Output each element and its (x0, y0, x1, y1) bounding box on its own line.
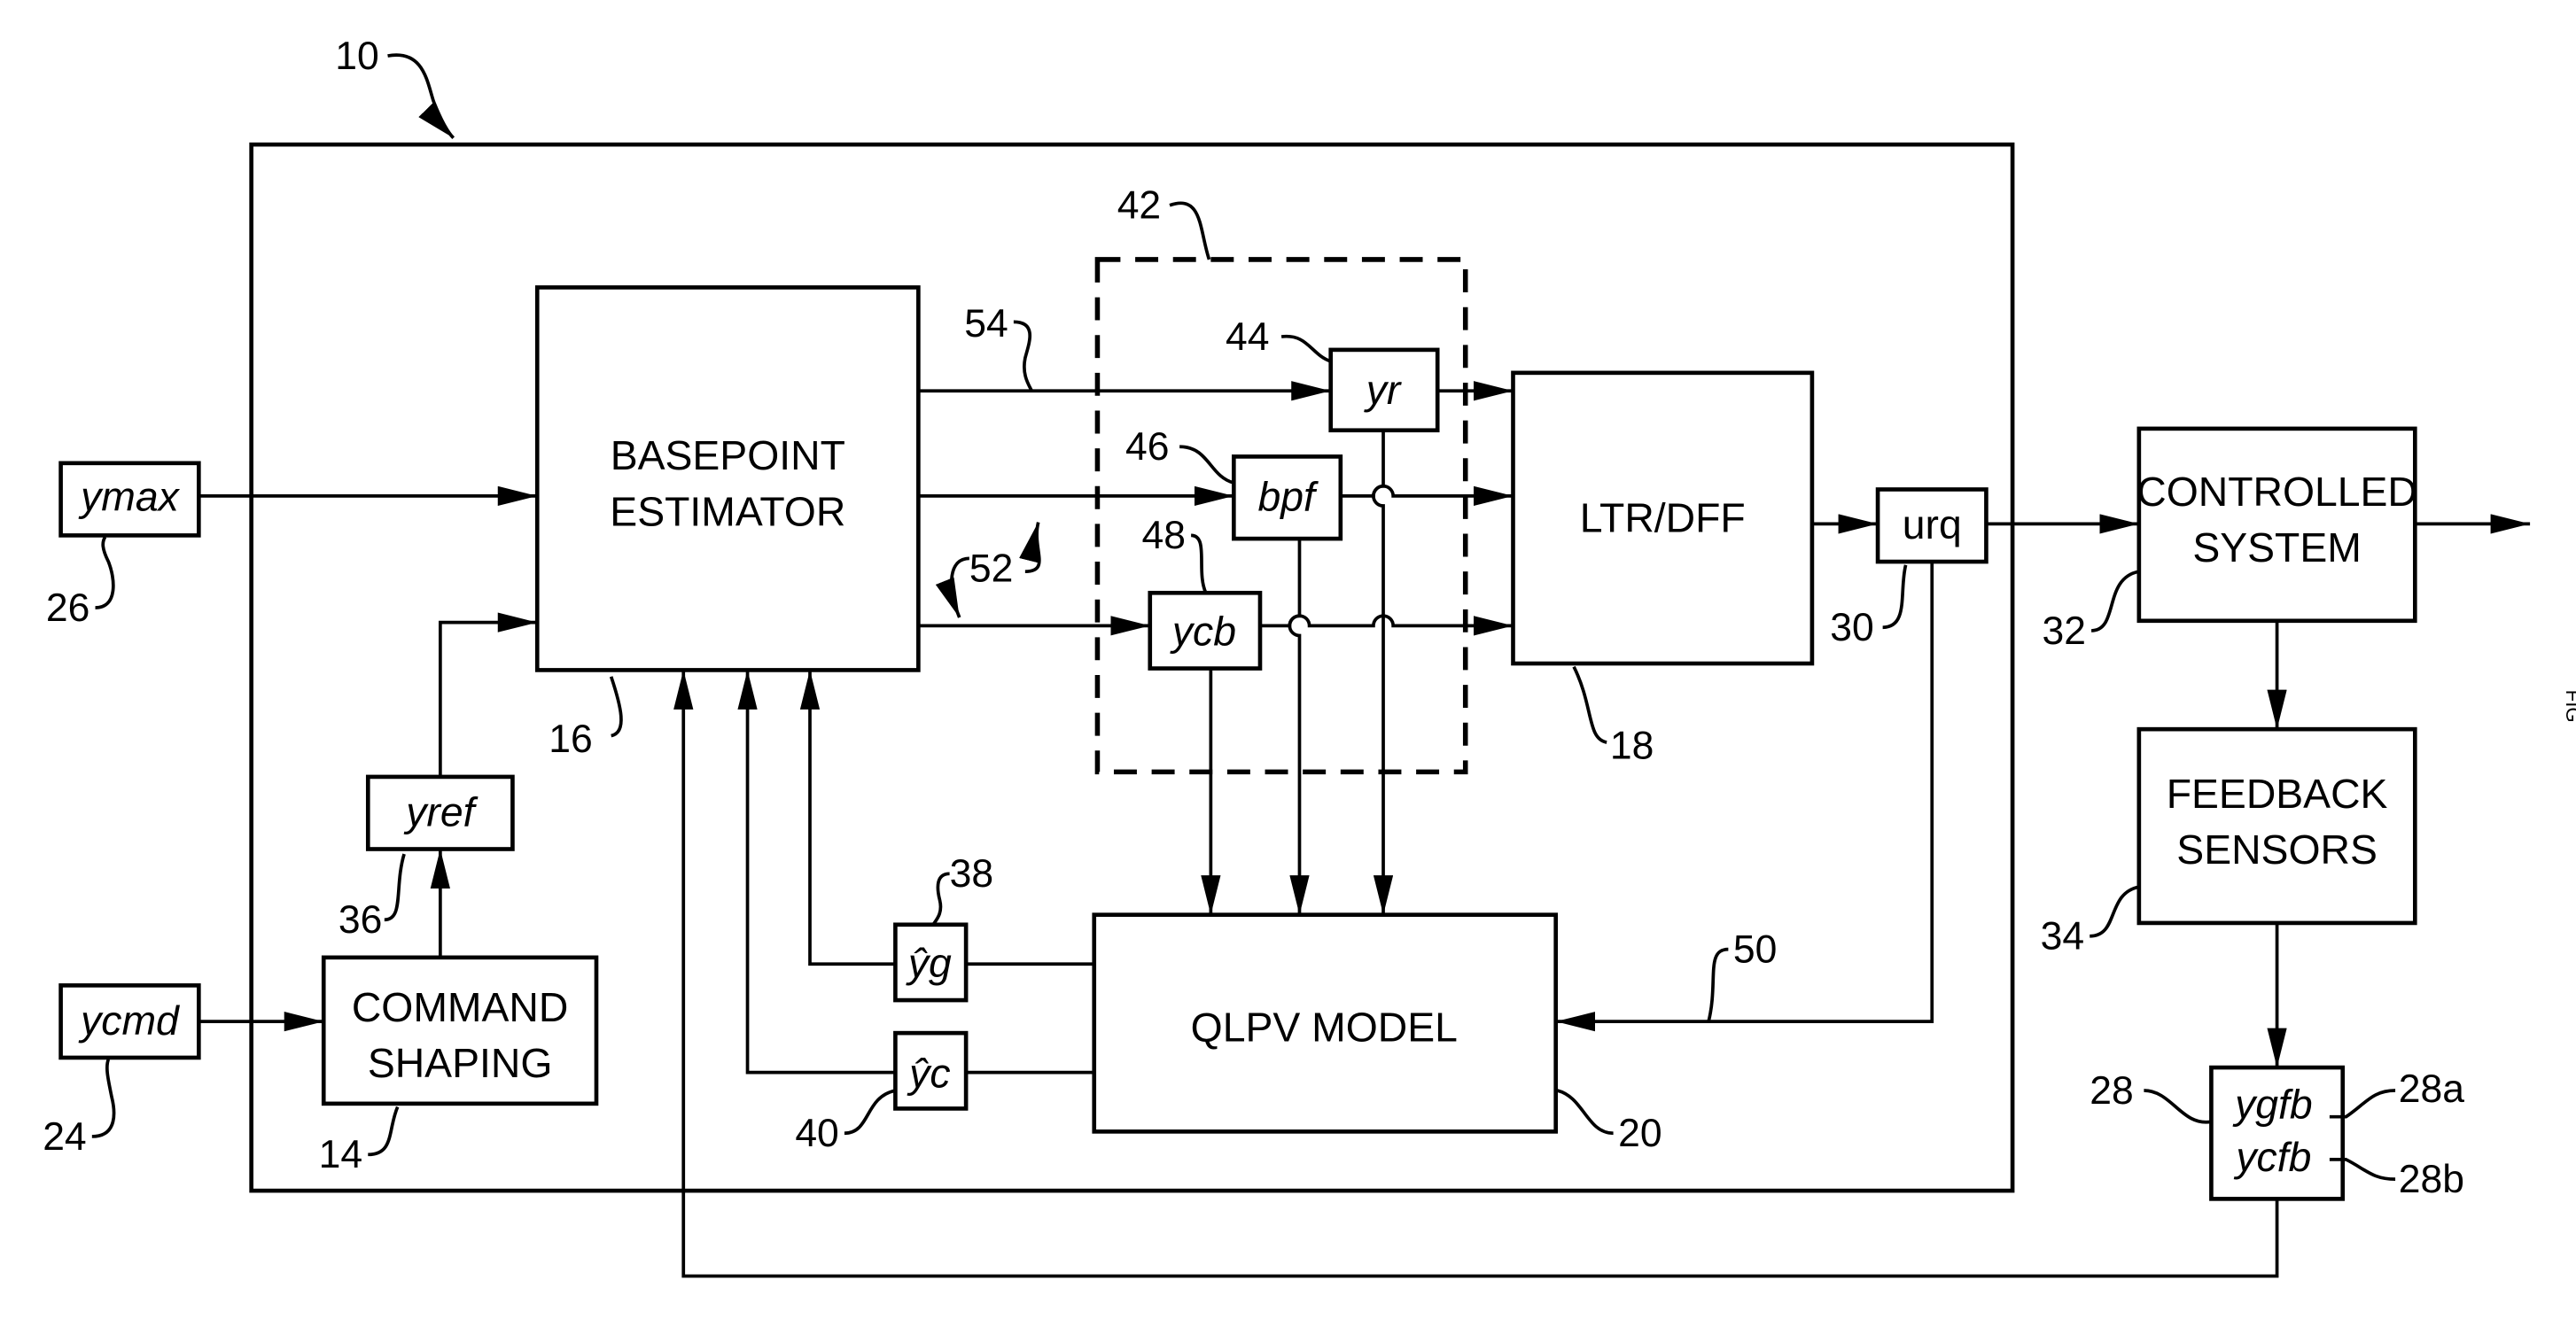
ycmd-box[interactable]: ycmd (58, 983, 201, 1060)
leader-14 (368, 1106, 400, 1157)
basepoint-line1: BASEPOINT (611, 432, 845, 478)
basepoint-estimator-block[interactable]: BASEPOINT ESTIMATOR (534, 285, 921, 672)
leader-40 (844, 1089, 896, 1136)
command-shaping-line2: SHAPING (368, 1040, 553, 1086)
ymax-box[interactable]: ymax (58, 461, 201, 538)
urq-label: urq (1903, 501, 1962, 547)
ref-label-48: 48 (1141, 514, 1185, 557)
yr-box[interactable]: yr (1328, 347, 1440, 433)
ref-label-26: 26 (46, 586, 89, 630)
ref-label-54: 54 (964, 302, 1008, 345)
qlpv-label: QLPV MODEL (1191, 1004, 1458, 1050)
yc-hat-label: ŷc (907, 1050, 950, 1096)
leader-42 (1169, 201, 1211, 260)
yref-box[interactable]: yref (365, 774, 515, 851)
feedback-signals-box[interactable]: ygfb ycfb (2209, 1065, 2346, 1201)
leader-16 (609, 676, 623, 738)
leader-38 (931, 872, 950, 926)
leader-34 (2090, 885, 2140, 938)
leader-36 (384, 853, 406, 922)
arrow-bpf-to-qlpv (1288, 539, 1310, 915)
ref-system-10: 10 (335, 35, 455, 140)
leader-52-down (935, 556, 970, 618)
leader-46 (1179, 445, 1234, 485)
qlpv-model-block[interactable]: QLPV MODEL (1092, 912, 1559, 1134)
bpf-box[interactable]: bpf (1232, 454, 1343, 541)
leader-44 (1280, 334, 1332, 363)
ref-label-32: 32 (2042, 609, 2085, 653)
ref-label-20: 20 (1618, 1112, 1662, 1155)
leader-30 (1882, 564, 1908, 630)
arrow-yc-to-basepoint (737, 670, 896, 1075)
ref-label-24: 24 (43, 1115, 86, 1159)
ltr-dff-block[interactable]: LTR/DFF (1511, 370, 1815, 666)
ref-label-46: 46 (1125, 425, 1169, 469)
ltr-dff-label: LTR/DFF (1580, 495, 1746, 541)
leader-24 (91, 1059, 116, 1138)
leader-50 (1707, 947, 1729, 1022)
ref-label-42: 42 (1117, 184, 1161, 228)
leader-48 (1190, 533, 1208, 594)
ref-label-40: 40 (795, 1112, 838, 1155)
yr-label: yr (1364, 367, 1402, 413)
leader-18 (1572, 665, 1607, 744)
controlled-system-line1: CONTROLLED (2136, 469, 2417, 515)
feedback-sensors-line2: SENSORS (2176, 826, 2378, 873)
ref-label-28a: 28a (2399, 1067, 2464, 1111)
feedback-sensors-block[interactable]: FEEDBACK SENSORS (2136, 726, 2417, 926)
leader-32 (2090, 570, 2140, 632)
bpf-label: bpf (1257, 474, 1319, 520)
figure-label-fragment: FIG (2562, 690, 2576, 723)
arrow-bpf-to-ltr (1340, 485, 1514, 507)
leader-28 (2144, 1089, 2212, 1124)
yc-hat-box[interactable]: ŷc (893, 1030, 969, 1111)
ycmd-label: ycmd (78, 997, 180, 1044)
ref-label-30: 30 (1830, 606, 1873, 649)
leader-10 (387, 53, 455, 140)
ref-label-18: 18 (1610, 725, 1654, 768)
arrow-yr-to-qlpv (1372, 430, 1394, 915)
ycfb-label: ycfb (2233, 1134, 2311, 1180)
leader-26 (95, 536, 115, 609)
ref-label-10: 10 (335, 35, 378, 78)
ref-label-16: 16 (549, 718, 592, 761)
feedback-sensors-line1: FEEDBACK (2167, 771, 2388, 817)
ygfb-label: ygfb (2232, 1082, 2313, 1128)
ref-label-38: 38 (950, 852, 993, 896)
yref-label: yref (403, 789, 478, 835)
ycb-label: ycb (1170, 609, 1236, 655)
arrow-yg-to-basepoint (799, 670, 896, 966)
controlled-system-block[interactable]: CONTROLLED SYSTEM (2136, 426, 2417, 624)
yg-hat-box[interactable]: ŷg (893, 922, 969, 1003)
ref-label-34: 34 (2041, 915, 2084, 958)
ref-label-44: 44 (1226, 315, 1269, 359)
leader-20 (1556, 1089, 1614, 1136)
command-shaping-line1: COMMAND (352, 984, 569, 1030)
ref-label-36: 36 (339, 898, 382, 942)
ref-label-28: 28 (2090, 1069, 2133, 1113)
arrow-yref-to-basepoint (439, 612, 538, 777)
leader-52-up (1019, 522, 1041, 574)
ycb-box[interactable]: ycb (1148, 590, 1263, 671)
ref-label-28b: 28b (2399, 1158, 2464, 1201)
controlled-system-line2: SYSTEM (2192, 524, 2362, 570)
ref-label-52: 52 (969, 547, 1013, 590)
ymax-label: ymax (78, 474, 181, 520)
yg-hat-label: ŷg (906, 940, 952, 986)
leader-54 (1013, 320, 1033, 392)
basepoint-line2: ESTIMATOR (610, 488, 845, 534)
urq-box[interactable]: urq (1875, 487, 1988, 564)
ref-label-50: 50 (1733, 927, 1777, 971)
command-shaping-block[interactable]: COMMAND SHAPING (321, 955, 599, 1106)
block-diagram: 10 BASEPOINT ESTIMATOR 16 ymax 26 ycmd 2… (43, 35, 2576, 1278)
ref-label-14: 14 (319, 1133, 362, 1176)
